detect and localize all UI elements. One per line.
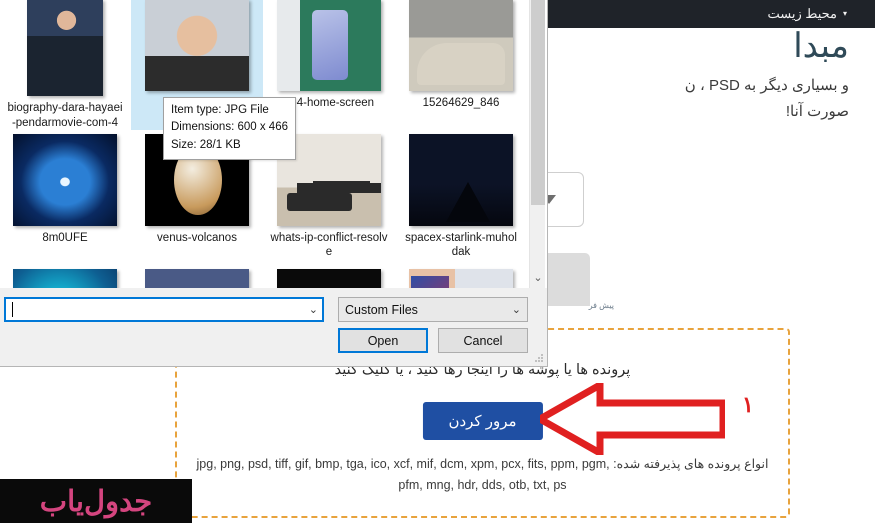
file-caption: biography-dara-hayaei-pendarmovie-com-4 (7, 102, 123, 129)
tooltip-dimensions: Dimensions: 600 x 466 (171, 121, 288, 134)
file-item[interactable]: 8m0UFE (0, 130, 131, 265)
file-caption: 8m0UFE (42, 232, 88, 244)
file-thumbnail-image (409, 269, 513, 288)
tooltip-size: Size: 28/1 KB (171, 138, 241, 151)
file-thumbnail-image (145, 0, 249, 91)
text-cursor (12, 302, 13, 317)
browse-button[interactable]: مرور کردن (422, 402, 543, 440)
file-thumbnail-image (13, 269, 117, 288)
chevron-down-icon[interactable]: ⌄ (309, 303, 318, 316)
file-item[interactable]: spacex-starlink-muholdak (395, 130, 527, 265)
scroll-down-icon[interactable]: ⌄ (530, 268, 546, 286)
file-type-filter-select[interactable]: Custom Files ⌄ (338, 297, 528, 322)
resize-grip-icon[interactable] (534, 353, 544, 363)
file-item[interactable]: biography-dara-hayaei-pendarmovie-com-4 (0, 0, 131, 130)
file-caption: spacex-starlink-muholdak (405, 232, 517, 259)
navbar-items: ▾ محیط زیست (767, 0, 847, 28)
watermark-logo: جدول‌یاب (0, 479, 192, 523)
file-item[interactable] (131, 265, 263, 288)
file-caption: whats-ip-conflict-resolve (270, 232, 388, 259)
chevron-down-icon: ▾ (842, 9, 847, 18)
file-item[interactable] (0, 265, 131, 288)
nav-item-environment[interactable]: محیط زیست (767, 6, 837, 22)
file-thumbnail-image (277, 269, 381, 288)
file-tooltip: Item type: JPG File Dimensions: 600 x 46… (163, 97, 296, 160)
file-thumbnail-image (145, 269, 249, 288)
page-title: مبدا (793, 27, 849, 65)
tooltip-item-type: Item type: JPG File (171, 104, 269, 116)
page-subtitle-line-1: و بسیاری دیگر به PSD ، ن (684, 77, 849, 94)
chevron-down-icon[interactable]: ⌄ (512, 303, 521, 316)
file-list-scrollbar[interactable]: ⌄ (529, 0, 545, 288)
open-button[interactable]: Open (338, 328, 428, 353)
file-thumbnail-image (277, 0, 381, 91)
preset-label: پیش فر (588, 301, 614, 310)
file-caption: venus-volcanos (157, 232, 237, 244)
watermark-text: جدول‌یاب (39, 485, 153, 518)
filename-input[interactable]: ⌄ (4, 297, 324, 322)
file-thumbnail-image (409, 0, 513, 91)
file-caption: 15264629_846 (422, 97, 500, 109)
file-item[interactable] (263, 265, 395, 288)
file-type-filter-value: Custom Files (345, 302, 418, 317)
file-thumbnail-image (409, 134, 513, 226)
accepted-file-types: انواع پرونده های پذیرفته شده: jpg, png, … (195, 454, 770, 495)
cancel-button[interactable]: Cancel (438, 328, 528, 353)
file-open-dialog: biography-dara-hayaei-pendarmovie-com-4 u… (0, 0, 548, 367)
file-item[interactable] (395, 265, 527, 288)
scrollbar-thumb[interactable] (531, 0, 545, 205)
screenshot-root: ▾ محیط زیست مبدا و بسیاری دیگر به PSD ، … (0, 0, 875, 527)
file-thumbnail-image (27, 0, 103, 97)
file-item[interactable]: 15264629_846 (395, 0, 527, 130)
accepted-types-line-1: انواع پرونده های پذیرفته شده: jpg, png, … (196, 457, 769, 471)
file-thumbnail-image (13, 134, 117, 226)
annotation-step-number: ۱ (742, 392, 754, 417)
page-subtitle-line-2: صورت آنا! (785, 103, 849, 120)
